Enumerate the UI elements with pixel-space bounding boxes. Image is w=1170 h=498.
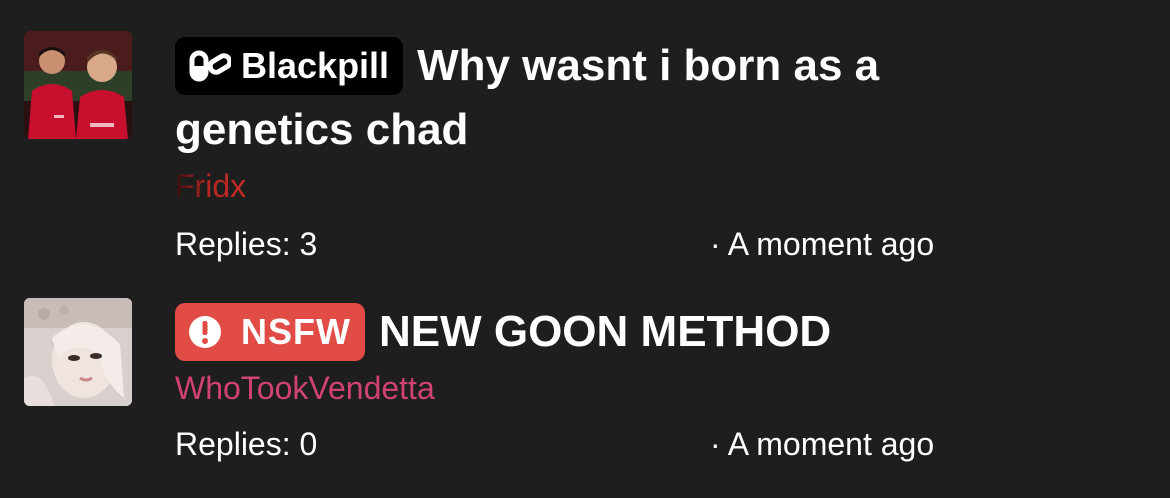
author-name[interactable]: WhoTookVendetta	[175, 368, 435, 408]
avatar[interactable]	[24, 298, 132, 406]
tag-label: Blackpill	[241, 45, 390, 86]
avatar[interactable]	[24, 31, 132, 139]
thread-title-line[interactable]: NSFW NEW GOON METHOD	[175, 300, 1055, 364]
timestamp: · A moment ago	[710, 226, 935, 262]
thread-title-line[interactable]: Blackpill Why wasnt i born as a genetics…	[175, 34, 1055, 162]
thread-meta: Replies: 0 · A moment ago	[175, 424, 975, 464]
thread-item[interactable]: NSFW NEW GOON METHOD WhoTookVendetta Rep…	[0, 270, 1170, 498]
pill-icon	[189, 50, 231, 82]
timestamp: · A moment ago	[710, 426, 935, 462]
thread-meta: Replies: 3 · A moment ago	[175, 224, 975, 264]
tag-badge[interactable]: Blackpill	[175, 37, 404, 95]
tag-label: NSFW	[241, 311, 351, 352]
tag-badge[interactable]: NSFW	[175, 303, 365, 361]
reply-count: Replies: 3	[175, 226, 318, 262]
reply-count: Replies: 0	[175, 426, 318, 462]
thread-title[interactable]: NEW GOON METHOD	[379, 307, 831, 356]
alert-icon	[189, 316, 221, 348]
author-name[interactable]: Fridx	[175, 166, 246, 206]
thread-item[interactable]: Blackpill Why wasnt i born as a genetics…	[0, 0, 1170, 270]
